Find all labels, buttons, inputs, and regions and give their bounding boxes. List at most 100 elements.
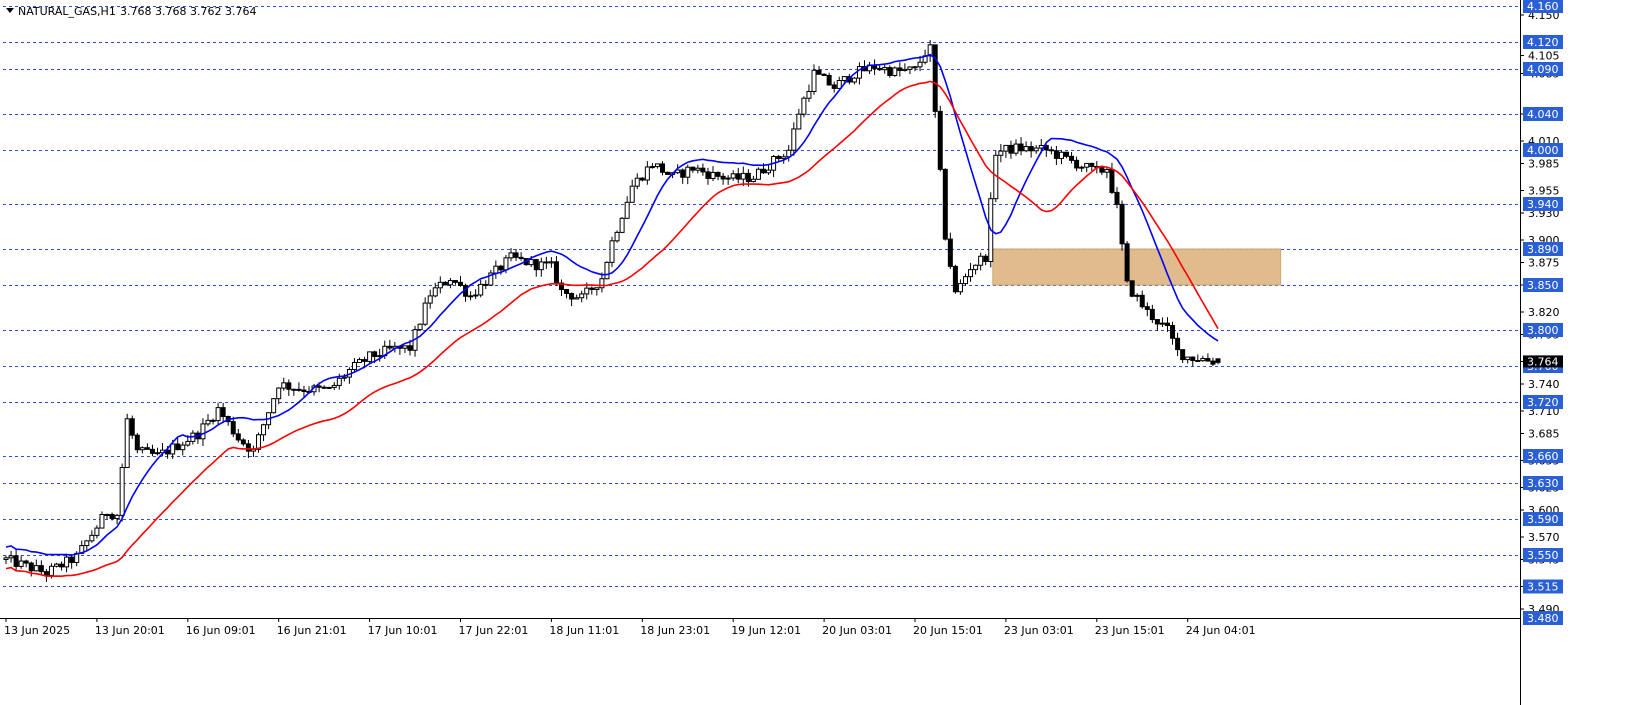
plot-area[interactable] [3, 6, 1520, 618]
candle-body [700, 167, 706, 173]
candle-body [877, 67, 883, 71]
candle-body [735, 173, 741, 180]
candle-body [84, 540, 90, 547]
ohlc-values: 3.768 3.768 3.762 3.764 [120, 5, 256, 18]
candle[interactable] [755, 167, 761, 180]
candle[interactable] [892, 66, 898, 77]
candle-body [826, 74, 832, 86]
candle-body [38, 565, 44, 573]
candle-body [574, 297, 580, 300]
candle-body [897, 67, 903, 72]
level-tag-label: 4.120 [1527, 36, 1559, 49]
candle-body [326, 386, 332, 389]
candle-body [23, 560, 29, 564]
candle-body [155, 452, 160, 455]
x-tick-label: 16 Jun 09:01 [186, 624, 256, 637]
level-tag-label: 3.515 [1527, 581, 1559, 594]
candle-body [1074, 159, 1080, 169]
y-tick-label: 3.820 [1528, 306, 1560, 319]
level-tag-label: 4.160 [1527, 0, 1559, 13]
candle[interactable] [665, 171, 671, 175]
candle[interactable] [614, 230, 620, 243]
candle-body [947, 238, 953, 267]
candle-body [624, 201, 630, 219]
candle-body [1170, 325, 1176, 339]
x-tick-label: 17 Jun 10:01 [368, 624, 438, 637]
candle-body [811, 69, 817, 92]
candle-body [796, 113, 802, 130]
candle-body [271, 398, 277, 414]
candle-body [1048, 149, 1054, 152]
candle-body [99, 514, 105, 529]
x-tick-label: 18 Jun 23:01 [640, 624, 710, 637]
candle-body [1185, 356, 1191, 361]
candle-body [968, 269, 974, 278]
candle[interactable] [134, 433, 140, 454]
candle-body [69, 556, 75, 563]
candle-body [447, 280, 453, 286]
candle-body [528, 259, 534, 266]
candle-body [1028, 146, 1034, 152]
candle-body [493, 265, 499, 274]
candle[interactable] [609, 236, 615, 268]
candle-body [730, 173, 736, 179]
candle-body [372, 351, 378, 358]
candle-body [725, 177, 731, 180]
candle[interactable] [619, 217, 625, 234]
candle-body [94, 527, 100, 536]
candle-body [175, 443, 181, 451]
candle-body [1114, 191, 1120, 205]
candle-body [1149, 308, 1155, 321]
candle[interactable] [1119, 200, 1125, 251]
supply-zone-rectangle[interactable] [992, 248, 1282, 286]
current-price-label: 3.764 [1527, 355, 1559, 368]
candle-body [644, 166, 650, 181]
candle[interactable] [937, 105, 943, 172]
candle[interactable] [1129, 280, 1135, 298]
price-chart[interactable]: 4.1504.1054.0854.0404.0103.9853.9553.930… [0, 0, 1651, 705]
level-tag-label: 3.800 [1527, 324, 1559, 337]
candle-body [841, 76, 847, 81]
candle[interactable] [119, 463, 125, 522]
candle-body [750, 178, 756, 183]
candle-body [185, 440, 191, 446]
candle[interactable] [256, 432, 261, 453]
candle-body [1195, 360, 1201, 363]
candle-body [1119, 203, 1125, 245]
candle[interactable] [952, 264, 958, 294]
candle[interactable] [604, 261, 610, 280]
candle-body [619, 217, 625, 233]
candle[interactable] [129, 415, 135, 439]
candle-body [170, 443, 176, 455]
candle-body [690, 166, 696, 171]
candle-body [407, 345, 413, 351]
candle-body [629, 185, 635, 203]
candle-body [114, 514, 120, 519]
candle-body [978, 255, 984, 266]
candle-body [1144, 306, 1150, 310]
x-tick-label: 19 Jun 12:01 [731, 624, 801, 637]
x-tick-label: 23 Jun 03:01 [1004, 624, 1074, 637]
chart-window[interactable]: 4.1504.1054.0854.0404.0103.9853.9553.930… [0, 0, 1651, 705]
level-tag-label: 3.720 [1527, 396, 1559, 409]
candle-body [1033, 147, 1039, 152]
candle[interactable] [801, 96, 807, 118]
candle[interactable] [932, 44, 938, 118]
candle[interactable] [124, 413, 130, 468]
candle-body [1104, 169, 1110, 173]
candle[interactable] [942, 168, 948, 241]
candle-body [1210, 360, 1216, 365]
candle-body [745, 172, 751, 183]
candle-body [806, 90, 812, 99]
candle[interactable] [417, 323, 423, 332]
candle-body [937, 110, 943, 170]
candle[interactable] [271, 397, 277, 414]
candle[interactable] [442, 281, 448, 286]
candle[interactable] [1124, 241, 1130, 283]
candle-body [791, 128, 797, 151]
candle[interactable] [887, 65, 893, 78]
candle-body [907, 66, 913, 70]
candle[interactable] [326, 386, 332, 389]
candle-body [458, 281, 463, 286]
x-tick-label: 20 Jun 03:01 [822, 624, 892, 637]
